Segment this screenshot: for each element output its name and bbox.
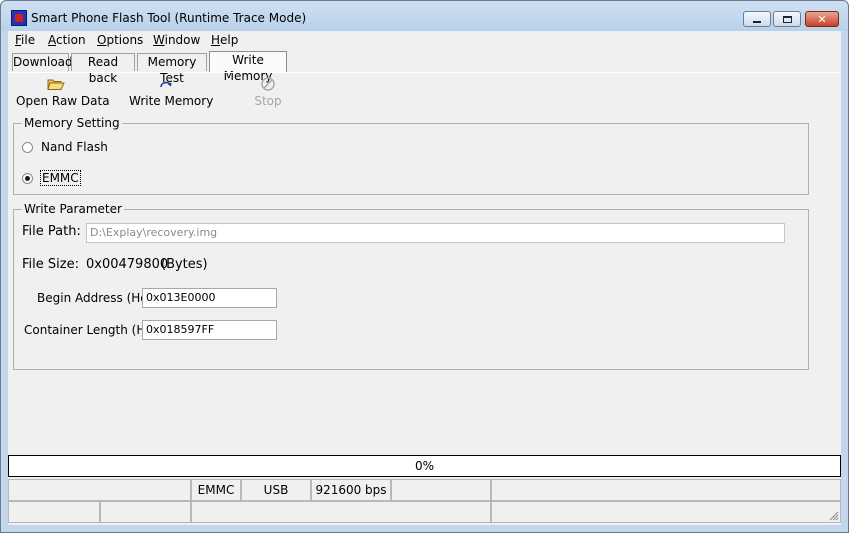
menu-bar: File Action Options Window Help <box>8 31 841 50</box>
close-button[interactable]: ✕ <box>805 11 839 27</box>
menu-file[interactable]: File <box>15 33 35 47</box>
status-cell-6 <box>491 479 841 501</box>
progress-bar: 0% <box>8 455 841 477</box>
menu-file-label: File <box>15 33 36 47</box>
menu-help-label: Help <box>211 33 239 47</box>
status-baud: 921600 bps <box>311 479 391 501</box>
write-memory-button[interactable]: Write Memory <box>129 76 214 108</box>
container-length-input[interactable]: 0x018597FF <box>142 320 277 340</box>
client-area: File Action Options Window Help Download… <box>8 31 841 525</box>
emmc-radio-circle[interactable] <box>22 172 33 184</box>
status-memory: EMMC <box>191 479 241 501</box>
status-interface: USB <box>241 479 311 501</box>
menu-window[interactable]: Window <box>153 33 200 47</box>
write-parameter-group: Write Parameter File Path: D:\Explay\rec… <box>13 202 809 370</box>
write-memory-label: Write Memory <box>129 94 214 108</box>
tab-read-back[interactable]: Read back <box>71 53 135 85</box>
menu-options-label: Options <box>97 33 144 47</box>
file-size-value: 0x00479800 <box>86 257 169 272</box>
status-bar-row-2 <box>8 501 841 523</box>
nand-flash-label: Nand Flash <box>41 140 108 154</box>
minimize-button[interactable] <box>743 11 771 27</box>
emmc-label: EMMC <box>40 170 81 186</box>
tab-strip: Download Read back Memory Test Write Mem… <box>8 50 841 85</box>
file-size-unit: (Bytes) <box>161 257 208 272</box>
memory-setting-group: Memory Setting Nand Flash EMMC <box>13 116 809 195</box>
stop-icon <box>251 76 285 92</box>
title-bar[interactable]: Smart Phone Flash Tool (Runtime Trace Mo… <box>1 1 848 31</box>
stop-button[interactable]: Stop <box>251 76 285 108</box>
status-cell-1 <box>8 479 191 501</box>
open-raw-data-button[interactable]: Open Raw Data <box>16 76 110 108</box>
resize-grip-icon[interactable] <box>827 509 839 521</box>
menu-window-label: Window <box>153 33 201 47</box>
status-cell-7 <box>8 501 100 523</box>
write-parameter-title: Write Parameter <box>22 202 124 216</box>
open-folder-icon <box>16 76 96 92</box>
app-window: Smart Phone Flash Tool (Runtime Trace Mo… <box>0 0 849 533</box>
radio-selected-dot <box>25 175 30 181</box>
tab-memory-test[interactable]: Memory Test <box>137 53 207 85</box>
menu-options[interactable]: Options <box>97 33 143 47</box>
file-path-field[interactable]: D:\Explay\recovery.img <box>86 223 785 243</box>
tab-write-memory[interactable]: Write Memory <box>209 51 287 83</box>
menu-action-label: Action <box>48 33 86 47</box>
maximize-icon <box>782 15 792 23</box>
emmc-radio[interactable]: EMMC <box>22 170 81 186</box>
status-bar-row-1: EMMC USB 921600 bps <box>8 479 841 501</box>
status-cell-9 <box>191 501 491 523</box>
tab-download[interactable]: Download <box>12 53 73 71</box>
redo-arrow-icon <box>129 76 203 92</box>
status-cell-10 <box>491 501 841 523</box>
nand-flash-radio-circle[interactable] <box>22 141 33 153</box>
begin-address-input[interactable]: 0x013E0000 <box>142 288 277 308</box>
memory-setting-title: Memory Setting <box>22 116 122 130</box>
status-cell-8 <box>100 501 191 523</box>
open-raw-data-label: Open Raw Data <box>16 94 110 108</box>
tab-download-label: Download <box>13 55 73 69</box>
progress-text: 0% <box>414 459 435 473</box>
maximize-button[interactable] <box>773 11 801 27</box>
menu-help[interactable]: Help <box>211 33 238 47</box>
window-title: Smart Phone Flash Tool (Runtime Trace Mo… <box>31 11 307 25</box>
stop-label: Stop <box>254 94 282 108</box>
toolbar-separator <box>8 72 841 73</box>
app-icon[interactable] <box>11 10 27 26</box>
minimize-icon <box>753 20 761 23</box>
close-icon: ✕ <box>817 12 827 26</box>
file-size-label: File Size: <box>22 257 79 272</box>
menu-action[interactable]: Action <box>48 33 86 47</box>
status-cell-5 <box>391 479 491 501</box>
nand-flash-radio[interactable]: Nand Flash <box>22 140 108 154</box>
file-path-label: File Path: <box>22 224 81 239</box>
